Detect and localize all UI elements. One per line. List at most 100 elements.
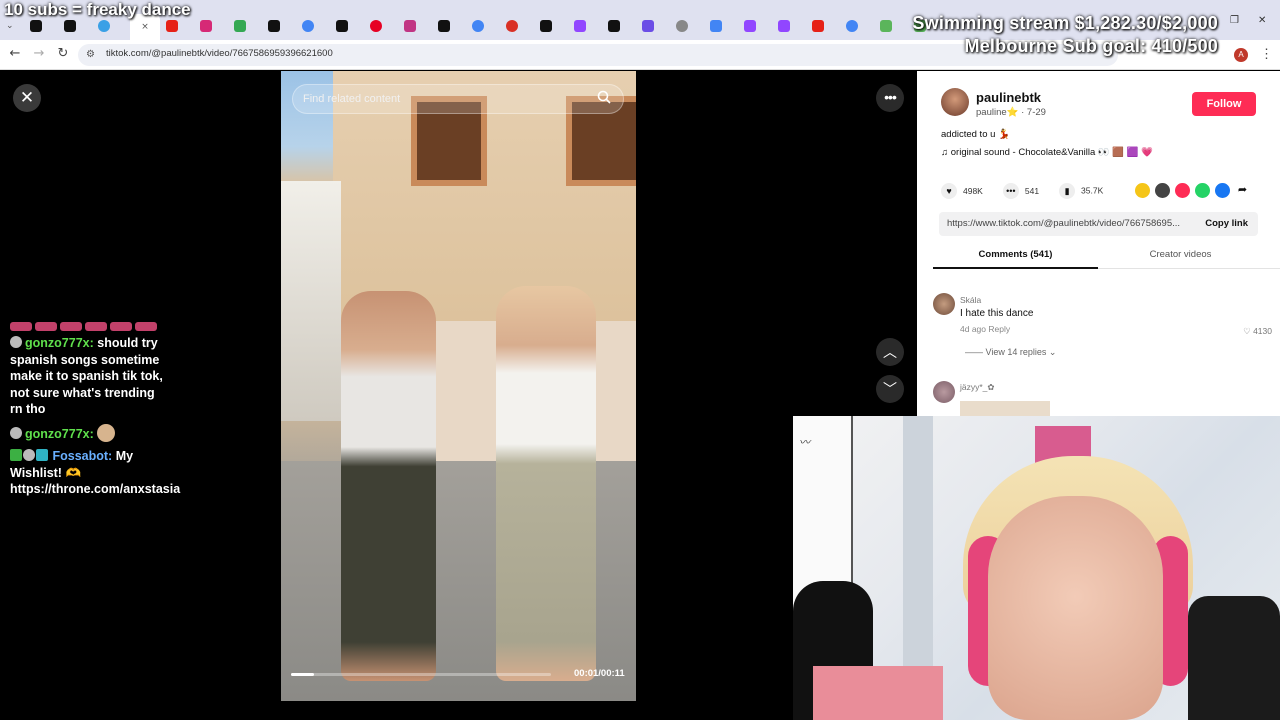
repost-icon[interactable]: [1135, 183, 1150, 198]
emote-icon: [97, 423, 116, 442]
emote-icon: [35, 322, 57, 331]
bookmark-icon: ▮: [1059, 183, 1076, 199]
chat-message: gonzo777x:: [10, 423, 170, 443]
comment-avatar[interactable]: [933, 293, 955, 315]
browser-menu-icon[interactable]: ⋮: [1260, 46, 1273, 62]
creator-subline: pauline⭐ · 7-29: [976, 107, 1046, 118]
whatsapp-icon[interactable]: [1195, 183, 1210, 198]
emote-icon: [110, 322, 132, 331]
emote-icon: [135, 322, 157, 331]
reload-icon[interactable]: ↻: [54, 46, 72, 61]
video-player[interactable]: Find related content 00:01/00:11: [281, 71, 636, 701]
save-stat[interactable]: ▮ 35.7K: [1059, 183, 1103, 199]
overlay-sub-goal: Melbourne Sub goal: 410/500: [964, 36, 1218, 56]
creator-username[interactable]: paulinebtk: [976, 90, 1041, 105]
browser-tab[interactable]: [710, 17, 738, 35]
close-window-icon[interactable]: ✕: [1258, 15, 1266, 26]
active-tab-underline: [933, 267, 1098, 269]
browser-tab[interactable]: [370, 17, 398, 35]
sound-row[interactable]: ♫ original sound - Chocolate&Vanilla 👀 🟫…: [941, 147, 1153, 158]
browser-tab[interactable]: [778, 17, 806, 35]
copy-link-button[interactable]: Copy link: [1205, 218, 1248, 229]
creator-avatar[interactable]: [941, 88, 969, 116]
follow-button[interactable]: Follow: [1192, 92, 1256, 116]
chat-username: gonzo777x:: [25, 426, 94, 441]
video-time: 00:01/00:11: [574, 668, 625, 679]
profile-avatar[interactable]: A: [1234, 48, 1248, 62]
comment-icon: •••: [1002, 183, 1019, 199]
browser-tab[interactable]: [676, 17, 704, 35]
site-info-icon[interactable]: ⚙: [86, 49, 98, 61]
browser-tab[interactable]: [812, 17, 840, 35]
browser-tab[interactable]: [506, 17, 534, 35]
browser-tab[interactable]: [234, 17, 262, 35]
chevron-down-icon: ⌄: [1048, 347, 1057, 357]
badge-icon: [10, 449, 22, 461]
comment-count: 541: [1024, 186, 1040, 196]
view-replies-button[interactable]: —— View 14 replies ⌄: [965, 347, 1056, 358]
video-scene-person: [496, 286, 596, 681]
find-related-search[interactable]: Find related content: [292, 84, 624, 114]
chat-message: Fossabot: My Wishlist! 🫶 https://throne.…: [10, 448, 180, 498]
comment-username[interactable]: Skála: [960, 295, 981, 305]
like-stat[interactable]: ♥ 498K: [941, 183, 983, 199]
close-video-button[interactable]: ✕: [13, 84, 41, 112]
comment-like[interactable]: ♡ 4130: [1243, 326, 1272, 337]
browser-tab[interactable]: [608, 17, 636, 35]
browser-tab[interactable]: [268, 17, 296, 35]
video-progress-fill: [291, 673, 315, 676]
forward-arrow-icon[interactable]: →: [30, 46, 48, 61]
microphone: [1188, 596, 1280, 720]
restore-window-icon[interactable]: ❐: [1230, 15, 1239, 26]
chat-username: gonzo777x:: [25, 336, 94, 350]
search-placeholder: Find related content: [303, 93, 401, 105]
comment-stat[interactable]: ••• 541: [1002, 183, 1040, 199]
view-replies-label: View 14 replies: [985, 347, 1047, 357]
webcam-pink-cushion: [813, 666, 943, 720]
comment-username[interactable]: jäzyy*_✿: [960, 382, 995, 393]
emote-icon: [85, 322, 107, 331]
video-progress-bar[interactable]: [291, 673, 551, 676]
embed-icon[interactable]: [1155, 183, 1170, 198]
badge-icon: [10, 426, 22, 439]
like-count: 498K: [963, 186, 983, 196]
browser-tab[interactable]: [846, 17, 874, 35]
browser-tab[interactable]: [574, 17, 602, 35]
emote-icon: [60, 322, 82, 331]
video-link-text: https://www.tiktok.com/@paulinebtk/video…: [947, 218, 1181, 229]
music-note-icon: ♫: [941, 147, 951, 158]
browser-tab[interactable]: [540, 17, 568, 35]
browser-tab[interactable]: [472, 17, 500, 35]
heart-icon: ♥: [941, 183, 957, 199]
more-options-button[interactable]: •••: [876, 84, 904, 112]
engagement-stats: ♥ 498K ••• 541 ▮ 35.7K: [941, 183, 1103, 199]
share-arrow-icon[interactable]: ➦: [1235, 183, 1250, 198]
back-arrow-icon[interactable]: ←: [6, 46, 24, 61]
tab-creator-videos[interactable]: Creator videos: [1098, 249, 1263, 260]
comment-avatar[interactable]: [933, 381, 955, 403]
browser-tab[interactable]: [404, 17, 432, 35]
browser-tab[interactable]: [302, 17, 330, 35]
facebook-icon[interactable]: [1215, 183, 1230, 198]
more-dots-icon: •••: [884, 89, 897, 105]
browser-tab[interactable]: [438, 17, 466, 35]
tab-comments[interactable]: Comments (541): [933, 249, 1098, 260]
previous-video-button[interactable]: ︿: [876, 338, 904, 366]
chevron-down-icon: ﹀: [883, 381, 897, 397]
send-icon[interactable]: [1175, 183, 1190, 198]
comment-meta[interactable]: 4d ago Reply: [960, 324, 1010, 334]
video-scene-person: [341, 291, 436, 681]
video-link-box: https://www.tiktok.com/@paulinebtk/video…: [939, 212, 1258, 236]
browser-tab[interactable]: [880, 17, 908, 35]
video-details-panel: paulinebtk pauline⭐ · 7-29 Follow addict…: [917, 71, 1280, 420]
chat-emote-row: [10, 322, 170, 331]
search-icon[interactable]: [597, 90, 613, 106]
address-bar[interactable]: ⚙ tiktok.com/@paulinebtk/video/766758695…: [78, 44, 1118, 66]
next-video-button[interactable]: ﹀: [876, 375, 904, 403]
comment-text: I hate this dance: [960, 308, 1034, 319]
browser-tab[interactable]: [336, 17, 364, 35]
video-description: addicted to u 💃: [941, 129, 1010, 140]
browser-tab[interactable]: [642, 17, 670, 35]
browser-tab[interactable]: [744, 17, 772, 35]
browser-tab[interactable]: [200, 17, 228, 35]
